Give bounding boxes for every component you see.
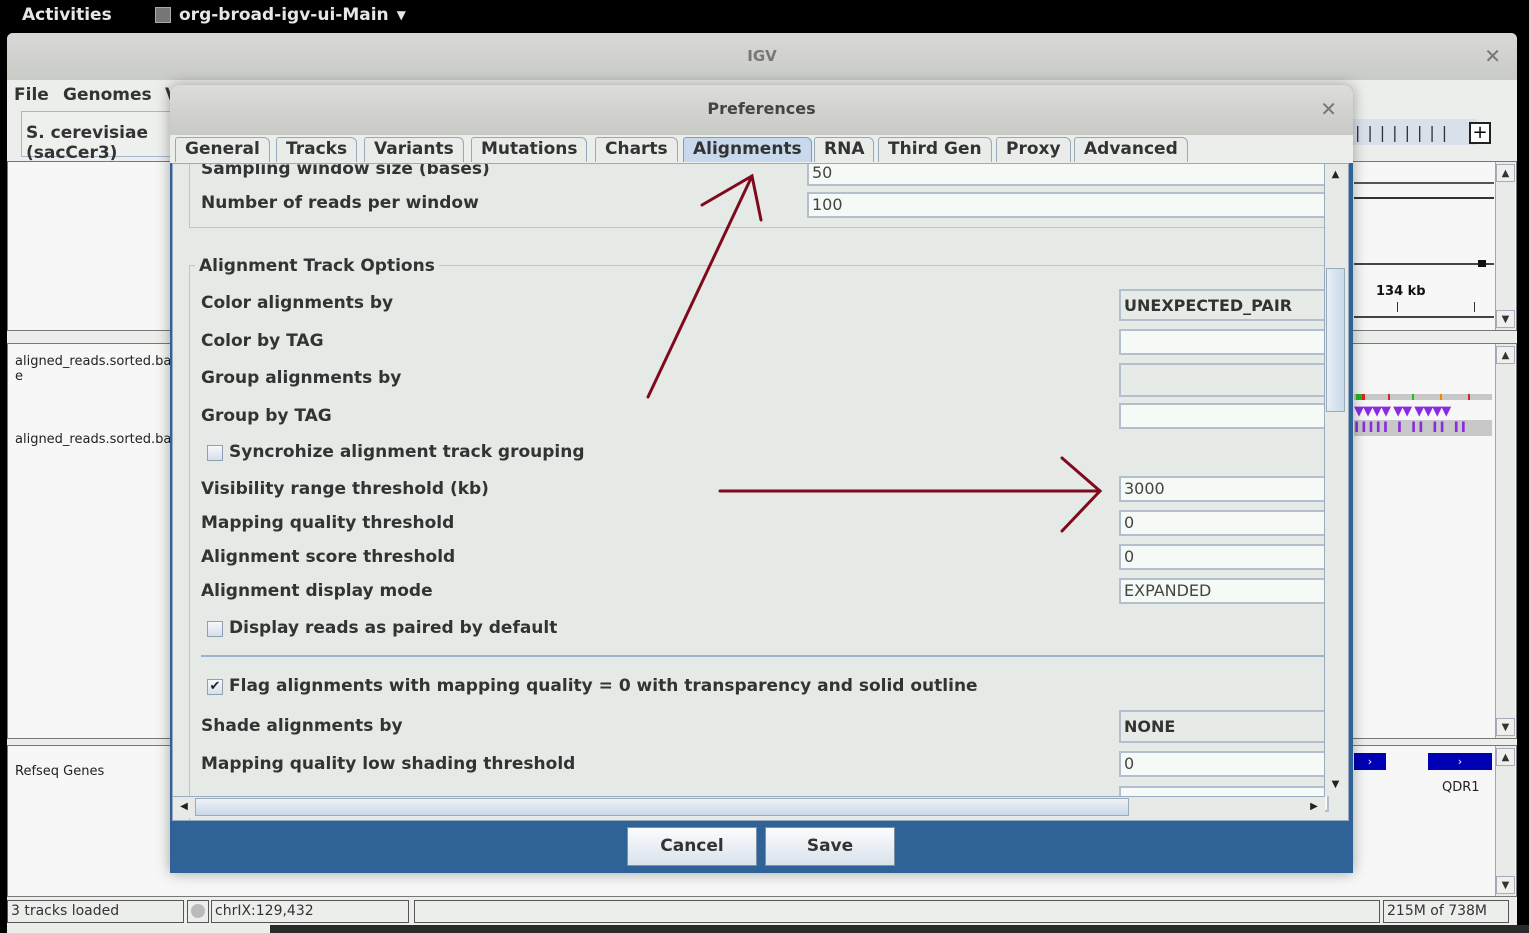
color-by-tag-label: Color by TAG <box>201 331 324 351</box>
paired-default-label: Display reads as paired by default <box>229 618 558 638</box>
tab-mutations[interactable]: Mutations <box>471 137 588 162</box>
color-by-tag-input[interactable] <box>1119 329 1329 355</box>
preferences-dialog: Preferences ✕ General Tracks Variants Mu… <box>170 85 1353 873</box>
sync-grouping-checkbox[interactable] <box>207 445 223 461</box>
tab-rna[interactable]: RNA <box>814 137 875 162</box>
vertical-scrollbar[interactable]: ▲ ▼ <box>1324 164 1346 796</box>
tab-alignments[interactable]: Alignments <box>683 137 812 162</box>
track-name-coverage[interactable]: aligned_reads.sorted.bar e <box>15 354 177 384</box>
display-mode-label: Alignment display mode <box>201 581 433 601</box>
flag-mq0-checkbox[interactable]: ✔ <box>207 679 223 695</box>
group-by-label: Group alignments by <box>201 368 402 388</box>
coverage-track[interactable] <box>1354 394 1492 400</box>
mapq-threshold-input[interactable]: 0 <box>1119 510 1329 536</box>
tab-variants[interactable]: Variants <box>364 137 464 162</box>
tab-general[interactable]: General <box>175 137 270 162</box>
mq-low-shading-input[interactable]: 0 <box>1119 751 1329 777</box>
dialog-title: Preferences <box>707 99 816 118</box>
app-icon <box>155 7 171 23</box>
status-info <box>414 900 1380 923</box>
chromosome-line <box>1354 263 1494 265</box>
sampling-window-input[interactable]: 50 <box>807 164 1329 186</box>
cancel-button[interactable]: Cancel <box>627 827 757 866</box>
close-icon[interactable]: ✕ <box>1484 33 1501 80</box>
gene-feature[interactable]: › <box>1354 753 1386 770</box>
tab-proxy[interactable]: Proxy <box>996 137 1071 162</box>
mq-low-shading-label: Mapping quality low shading threshold <box>201 754 576 774</box>
scroll-right-icon[interactable]: ▶ <box>1305 797 1323 817</box>
ruler-label: 134 kb <box>1376 284 1426 299</box>
color-by-select[interactable]: UNEXPECTED_PAIR <box>1119 289 1329 321</box>
display-mode-select[interactable]: EXPANDED <box>1119 578 1329 604</box>
score-threshold-input[interactable]: 0 <box>1119 544 1329 570</box>
alignment-reads[interactable]: IIIII I II II II <box>1354 420 1492 436</box>
track-options-title: Alignment Track Options <box>195 256 439 276</box>
tab-charts[interactable]: Charts <box>595 137 678 162</box>
dialog-title-bar: Preferences ✕ <box>170 85 1353 135</box>
save-button[interactable]: Save <box>765 827 895 866</box>
group-by-tag-input[interactable] <box>1119 403 1329 429</box>
zoom-in-button[interactable]: + <box>1469 122 1491 144</box>
zoom-ticks[interactable]: |||||||| <box>1347 119 1477 145</box>
desktop-top-bar: Activities org-broad-igv-ui-Main ▼ <box>0 0 1529 32</box>
scroll-left-icon[interactable]: ◀ <box>175 797 193 817</box>
paired-default-checkbox[interactable] <box>207 621 223 637</box>
score-threshold-label: Alignment score threshold <box>201 547 456 567</box>
color-by-label: Color alignments by <box>201 293 394 313</box>
gene-feature-qdr1[interactable]: › <box>1428 753 1492 770</box>
zoom-levels: |||||||| <box>1355 123 1455 142</box>
section-divider <box>201 655 1331 657</box>
menu-genomes[interactable]: Genomes <box>63 85 152 105</box>
group-by-select[interactable] <box>1119 363 1329 397</box>
status-indicator-icon <box>187 900 209 923</box>
ruler-scrollbar[interactable]: ▲ ▼ <box>1495 162 1515 330</box>
sampling-window-label: Sampling window size (bases) <box>201 163 490 179</box>
taskbar <box>270 925 1529 933</box>
activities-button[interactable]: Activities <box>22 5 112 25</box>
flag-mq0-label: Flag alignments with mapping quality = 0… <box>229 676 978 696</box>
visibility-range-input[interactable]: 3000 <box>1119 476 1329 502</box>
shade-by-select[interactable]: NONE <box>1119 710 1329 743</box>
mapq-threshold-label: Mapping quality threshold <box>201 513 455 533</box>
reads-per-window-label: Number of reads per window <box>201 193 479 213</box>
tab-bar: General Tracks Variants Mutations Charts… <box>170 135 1353 163</box>
horizontal-scrollbar[interactable]: ◀ ▶ <box>173 796 1325 818</box>
app-menu[interactable]: org-broad-igv-ui-Main ▼ <box>155 5 406 25</box>
track-name-refseq[interactable]: Refseq Genes <box>15 764 104 779</box>
scroll-thumb[interactable] <box>1326 268 1345 412</box>
status-bar: 3 tracks loaded chrIX:129,432 215M of 73… <box>7 899 1517 925</box>
tab-tracks[interactable]: Tracks <box>276 137 358 162</box>
app-name: org-broad-igv-ui-Main <box>179 5 389 25</box>
window-title: IGV <box>747 47 777 65</box>
alignments-preferences-panel: Sampling window size (bases) 50 Number o… <box>172 163 1349 821</box>
locus-marker-icon <box>1478 260 1486 267</box>
menu-file[interactable]: File <box>14 85 49 105</box>
track-name-alignments[interactable]: aligned_reads.sorted.bar <box>15 432 177 447</box>
tab-third-gen[interactable]: Third Gen <box>878 137 992 162</box>
close-icon[interactable]: ✕ <box>1320 85 1337 133</box>
igv-title-bar: IGV ✕ <box>7 33 1517 80</box>
h-scroll-thumb[interactable] <box>195 798 1129 816</box>
feature-scrollbar[interactable]: ▲ ▼ <box>1495 746 1515 896</box>
data-scrollbar[interactable]: ▲ ▼ <box>1495 344 1515 738</box>
reads-per-window-input[interactable]: 100 <box>807 192 1329 218</box>
visibility-range-label: Visibility range threshold (kb) <box>201 479 489 499</box>
gene-label: QDR1 <box>1442 780 1480 795</box>
tab-advanced[interactable]: Advanced <box>1074 137 1188 162</box>
group-by-tag-label: Group by TAG <box>201 406 332 426</box>
dialog-button-bar: Cancel Save <box>170 821 1353 873</box>
status-message: 3 tracks loaded <box>7 900 184 923</box>
locus-readout: chrIX:129,432 <box>211 900 409 923</box>
memory-readout: 215M of 738M <box>1383 900 1509 923</box>
caret-down-icon: ▼ <box>396 8 406 22</box>
scroll-down-icon[interactable]: ▼ <box>1326 776 1345 794</box>
shade-by-label: Shade alignments by <box>201 716 403 736</box>
scroll-up-icon[interactable]: ▲ <box>1326 166 1345 184</box>
sync-grouping-label: Syncrohize alignment track grouping <box>229 442 585 462</box>
alignment-arrows[interactable]: ▼▼▼▼ ▼▼ ▼▼▼▼ <box>1354 405 1492 418</box>
